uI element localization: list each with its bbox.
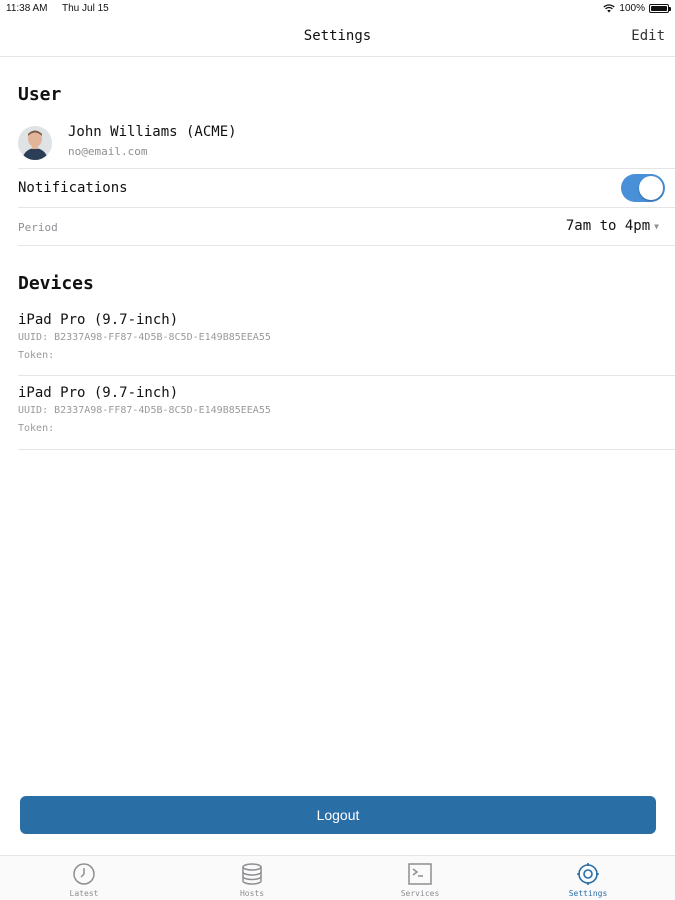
navigation-bar: Settings Edit bbox=[0, 18, 675, 57]
tab-label: Hosts bbox=[239, 889, 265, 898]
device-name: iPad Pro (9.7-inch) bbox=[18, 385, 179, 401]
notifications-label: Notifications bbox=[18, 180, 128, 196]
chevron-down-icon: ▼ bbox=[654, 221, 659, 231]
battery-icon bbox=[649, 4, 671, 13]
settings-screen: 11:38 AM Thu Jul 15 100% Settings Edit U… bbox=[0, 0, 675, 900]
battery-percentage: 100% bbox=[619, 3, 645, 14]
toggle-knob bbox=[639, 176, 663, 200]
logout-button[interactable]: Logout bbox=[20, 796, 656, 834]
device-token: Token: bbox=[18, 350, 55, 361]
page-title: Settings bbox=[303, 28, 372, 44]
user-profile-row[interactable]: John Williams (ACME) no@email.com bbox=[18, 118, 675, 168]
tab-bar: Latest Hosts Services Settings bbox=[0, 855, 675, 900]
divider bbox=[18, 375, 675, 376]
status-date: Thu Jul 15 bbox=[62, 3, 109, 14]
device-uuid: UUID: B2337A98-FF87-4D5B-8C5D-E149B85EEA… bbox=[18, 332, 271, 343]
status-bar: 11:38 AM Thu Jul 15 100% bbox=[0, 0, 675, 18]
user-email: no@email.com bbox=[68, 145, 148, 158]
edit-button[interactable]: Edit bbox=[631, 28, 665, 44]
tab-hosts[interactable]: Hosts bbox=[168, 856, 336, 900]
gear-icon bbox=[577, 863, 599, 885]
database-icon bbox=[242, 863, 262, 885]
divider bbox=[18, 245, 675, 246]
status-indicators: 100% bbox=[603, 3, 671, 14]
period-label: Period bbox=[18, 221, 58, 234]
battery-level bbox=[651, 6, 667, 11]
tab-label: Latest bbox=[69, 889, 99, 898]
tab-label: Services bbox=[400, 889, 440, 898]
device-token: Token: bbox=[18, 423, 55, 434]
wifi-icon bbox=[603, 4, 616, 13]
clock-icon bbox=[73, 863, 95, 885]
device-item[interactable]: iPad Pro (9.7-inch) UUID: B2337A98-FF87-… bbox=[18, 312, 658, 368]
divider bbox=[18, 207, 675, 208]
user-section-title: User bbox=[18, 84, 62, 105]
status-time: 11:38 AM bbox=[6, 3, 48, 14]
period-value: 7am to 4pm bbox=[565, 218, 651, 234]
device-item[interactable]: iPad Pro (9.7-inch) UUID: B2337A98-FF87-… bbox=[18, 385, 658, 441]
tab-settings[interactable]: Settings bbox=[504, 856, 672, 900]
terminal-icon bbox=[408, 863, 432, 885]
devices-section-title: Devices bbox=[18, 273, 94, 294]
device-uuid: UUID: B2337A98-FF87-4D5B-8C5D-E149B85EEA… bbox=[18, 405, 271, 416]
divider bbox=[18, 168, 675, 169]
divider bbox=[18, 449, 675, 450]
avatar-image bbox=[18, 126, 52, 160]
tab-label: Settings bbox=[568, 889, 608, 898]
tab-latest[interactable]: Latest bbox=[0, 856, 168, 900]
device-name: iPad Pro (9.7-inch) bbox=[18, 312, 179, 328]
avatar bbox=[18, 126, 52, 160]
tab-services[interactable]: Services bbox=[336, 856, 504, 900]
notifications-toggle[interactable] bbox=[621, 174, 665, 202]
user-name: John Williams (ACME) bbox=[68, 124, 237, 140]
period-selector[interactable]: 7am to 4pm ▼ bbox=[566, 218, 659, 234]
